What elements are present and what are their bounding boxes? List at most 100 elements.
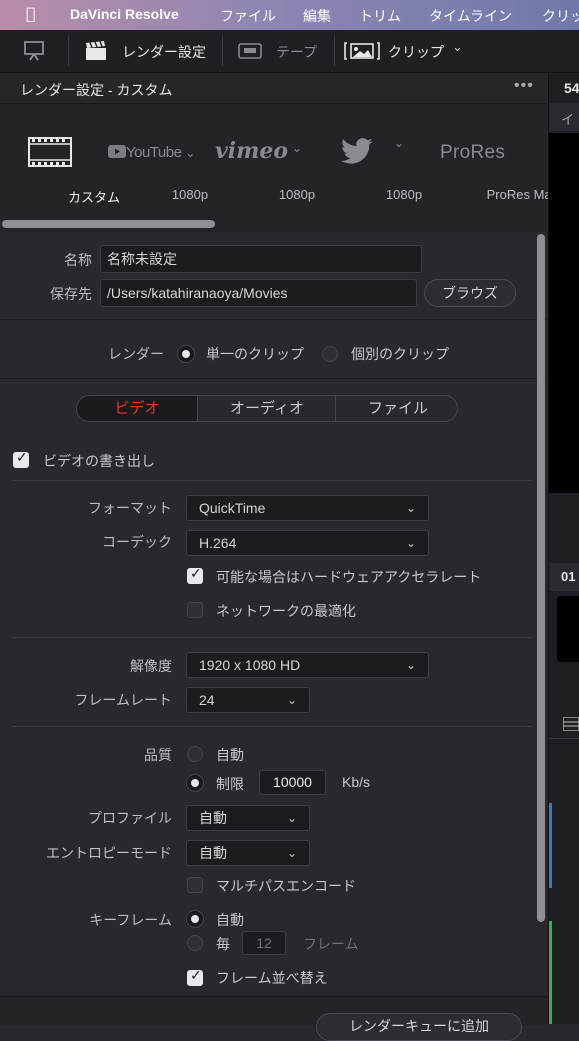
video-export-label: ビデオの書き出し	[43, 453, 155, 469]
render-single-radio[interactable]	[178, 346, 194, 362]
entropy-label: エントロピーモード	[46, 845, 172, 861]
panel-title: レンダー設定 - カスタム	[20, 82, 173, 98]
keyframe-every-input[interactable]: 12	[242, 931, 286, 955]
menu-trim[interactable]: トリム	[359, 6, 401, 26]
panel-header: レンダー設定 - カスタム •••	[0, 73, 547, 104]
keyframe-label: キーフレーム	[89, 912, 172, 928]
keyframe-unit-label: フレーム	[303, 936, 359, 952]
chevron-down-icon: ⌄	[405, 501, 416, 515]
entropy-value: 自動	[199, 845, 227, 861]
preset-youtube[interactable]: YouTube ⌄ 1080p	[100, 104, 208, 224]
resolution-value: 1920 x 1080 HD	[199, 657, 301, 673]
chevron-down-icon: ⌄	[405, 658, 416, 672]
tab-audio[interactable]: オーディオ	[197, 396, 336, 421]
preset-twitter[interactable]: ⌄ 1080p	[312, 104, 422, 224]
timeline-view-icon[interactable]	[562, 716, 579, 734]
quality-auto-radio[interactable]	[187, 746, 203, 762]
viewer-area[interactable]	[549, 133, 579, 493]
tape-label[interactable]: テープ	[276, 42, 317, 62]
preset-scrollbar[interactable]	[2, 220, 215, 228]
multipass-label: マルチパスエンコード	[216, 878, 356, 894]
keyframe-auto-radio[interactable]	[187, 911, 203, 927]
workspace-toolbar: レンダー設定 テープ クリップ ⌄	[0, 30, 579, 73]
right-subheader-text: イ	[561, 112, 575, 127]
quality-limit-input[interactable]: 10000	[259, 770, 326, 795]
render-settings-label[interactable]: レンダー設定	[122, 42, 206, 62]
clip-label[interactable]: クリップ	[388, 42, 444, 62]
chevron-down-icon: ⌄	[405, 536, 416, 550]
resolution-select[interactable]: 1920 x 1080 HD ⌄	[186, 652, 429, 678]
chevron-down-icon: ⌄	[286, 811, 297, 825]
timecode-bar: 01	[549, 563, 579, 591]
chevron-down-icon[interactable]: ⌄	[394, 136, 404, 150]
browse-button[interactable]: ブラウズ	[424, 279, 516, 307]
add-to-render-queue-button[interactable]: レンダーキューに追加	[316, 1013, 522, 1041]
prores-logo: ProRes	[440, 142, 506, 163]
video-export-checkbox[interactable]	[13, 450, 29, 468]
render-mode-label: レンダー	[108, 346, 164, 362]
profile-value: 自動	[199, 810, 227, 826]
quality-auto-label: 自動	[216, 747, 244, 763]
format-value: QuickTime	[199, 500, 266, 516]
entropy-select[interactable]: 自動 ⌄	[186, 840, 310, 866]
audio-track-marker	[549, 921, 552, 1024]
video-track-marker	[549, 803, 552, 888]
quality-limit-radio[interactable]	[187, 775, 203, 791]
framerate-label: フレームレート	[74, 692, 172, 708]
chevron-down-icon[interactable]: ⌄	[452, 40, 463, 55]
clip-thumbnail[interactable]	[557, 596, 579, 662]
preset-custom[interactable]: カスタム	[6, 104, 120, 224]
mac-menubar:  DaVinci Resolve ファイル 編集 トリム タイムライン クリッ	[0, 0, 579, 30]
frame-reorder-label: フレーム並べ替え	[216, 970, 328, 986]
preset-prores[interactable]: ProRes ProRes Master	[420, 104, 573, 224]
film-strip-icon	[28, 136, 72, 171]
format-label: フォーマット	[88, 500, 172, 516]
preset-strip: カスタム YouTube ⌄ 1080p vimeo ⌄ 1080p ⌄ 108…	[0, 104, 573, 232]
keyframe-every-radio[interactable]	[187, 935, 203, 951]
menu-clip[interactable]: クリッ	[542, 6, 579, 26]
timecode-text: 01	[561, 569, 576, 584]
clip-icon[interactable]	[344, 40, 380, 65]
framerate-select[interactable]: 24 ⌄	[186, 687, 310, 713]
hw-accel-checkbox[interactable]	[187, 566, 203, 584]
name-label: 名称	[64, 252, 92, 268]
more-options-icon[interactable]: •••	[514, 77, 534, 95]
frame-reorder-checkbox[interactable]	[187, 968, 203, 986]
profile-label: プロファイル	[88, 810, 172, 826]
framerate-value: 24	[199, 692, 215, 708]
menu-edit[interactable]: 編集	[303, 6, 331, 26]
network-opt-label: ネットワークの最適化	[216, 603, 356, 619]
twitter-logo	[340, 138, 374, 169]
clapperboard-icon[interactable]	[84, 39, 108, 66]
menu-app-name[interactable]: DaVinci Resolve	[70, 6, 179, 22]
render-single-label: 単一のクリップ	[206, 346, 304, 362]
quality-label: 品質	[144, 747, 172, 763]
quality-unit-label: Kb/s	[342, 774, 371, 790]
preset-vimeo[interactable]: vimeo ⌄ 1080p	[205, 104, 315, 224]
presentation-icon[interactable]	[22, 39, 46, 66]
profile-select[interactable]: 自動 ⌄	[186, 805, 310, 831]
format-select[interactable]: QuickTime ⌄	[186, 495, 429, 521]
render-individual-radio[interactable]	[322, 346, 338, 362]
location-input[interactable]: /Users/katahiranaoya/Movies	[100, 279, 417, 307]
right-panel-strip: 54 イ 01	[548, 73, 579, 1024]
menu-timeline[interactable]: タイムライン	[429, 6, 512, 26]
right-panel-number: 54	[564, 80, 579, 96]
codec-select[interactable]: H.264 ⌄	[186, 530, 429, 556]
render-individual-label: 個別のクリップ	[351, 346, 449, 362]
name-input[interactable]: 名称未設定	[100, 245, 422, 273]
network-opt-checkbox[interactable]	[187, 602, 203, 618]
chevron-down-icon: ⌄	[286, 693, 297, 707]
hw-accel-label: 可能な場合はハードウェアアクセラレート	[216, 569, 482, 585]
tab-file[interactable]: ファイル	[335, 396, 457, 421]
vimeo-logo: vimeo ⌄	[215, 138, 302, 164]
settings-scrollbar[interactable]	[537, 234, 545, 922]
multipass-checkbox[interactable]	[187, 877, 203, 893]
youtube-logo: YouTube ⌄	[108, 144, 195, 161]
tab-video[interactable]: ビデオ	[77, 396, 197, 421]
keyframe-auto-label: 自動	[216, 912, 244, 928]
apple-menu-icon[interactable]: 	[26, 4, 36, 23]
menu-file[interactable]: ファイル	[220, 6, 276, 26]
codec-value: H.264	[199, 535, 237, 551]
tape-icon[interactable]	[238, 41, 262, 64]
